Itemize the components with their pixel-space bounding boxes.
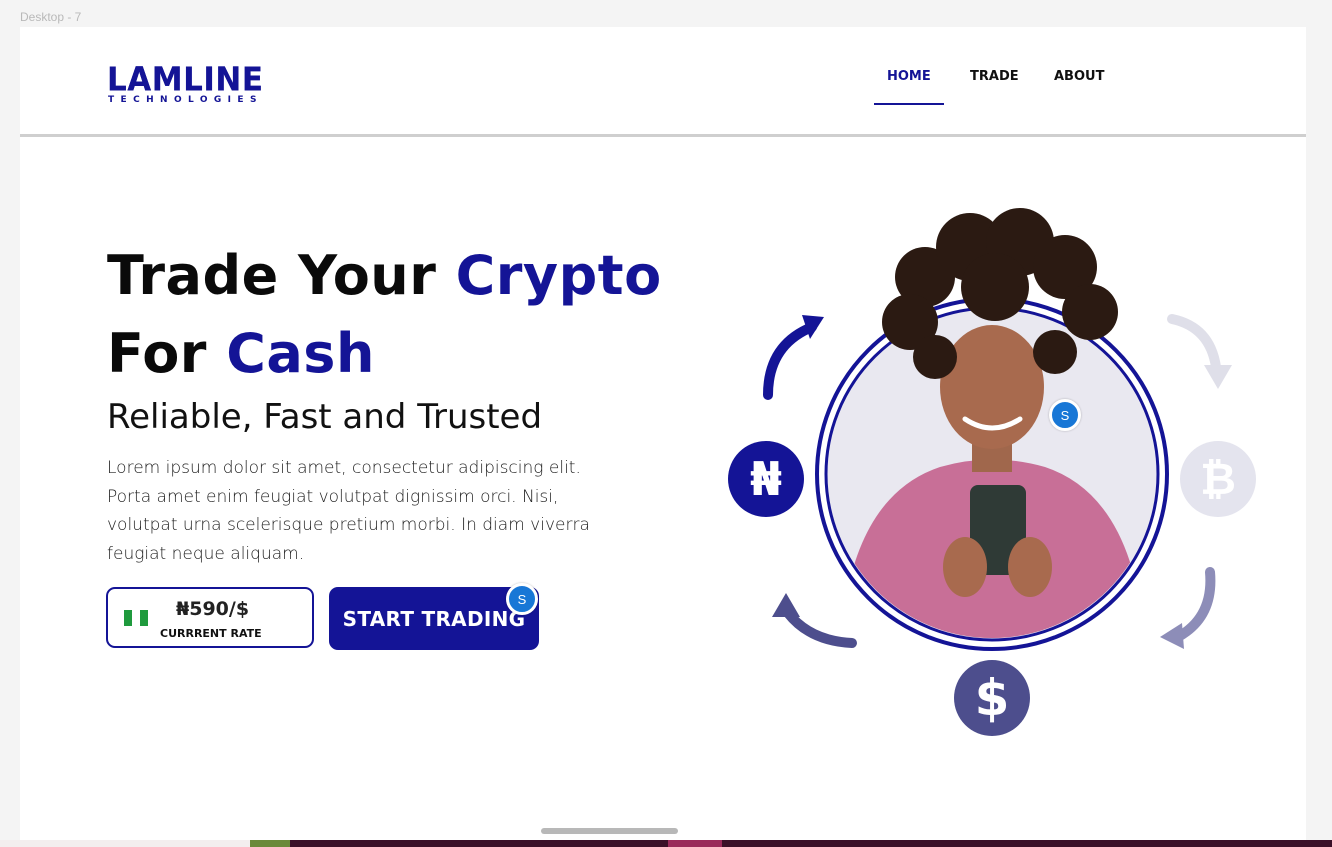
bottom-taskbar-strip <box>0 840 1332 847</box>
rate-label: CURRRENT RATE <box>160 627 262 640</box>
nav-item-about[interactable]: ABOUT <box>1054 69 1104 84</box>
s-avatar-badge[interactable]: S <box>1049 399 1081 431</box>
hero-body-text: Lorem ipsum dolor sit amet, consectetur … <box>107 458 590 565</box>
current-rate-card: ₦590/$ CURRRENT RATE <box>106 587 314 648</box>
woman-with-phone-photo <box>840 208 1145 638</box>
cycle-arrow-icon <box>783 608 857 648</box>
logo-tagline: TECHNOLOGIES <box>108 95 263 105</box>
active-nav-indicator <box>874 103 944 105</box>
horizontal-scrollbar[interactable] <box>541 828 678 834</box>
cycle-arrow-icon <box>763 322 817 400</box>
nav-item-trade[interactable]: TRADE <box>970 69 1019 84</box>
headline-text-1: Trade Your <box>107 244 456 307</box>
s-avatar-badge[interactable]: S <box>506 583 538 615</box>
headline-text-2: For <box>107 322 227 385</box>
headline-accent-crypto: Crypto <box>455 244 662 307</box>
naira-coin-icon: ₦ <box>728 441 804 517</box>
headline-accent-cash: Cash <box>226 322 375 385</box>
photo-outer-ring <box>815 297 1169 651</box>
photo-inner-ring <box>824 306 1160 642</box>
nav-item-home[interactable]: HOME <box>887 69 931 84</box>
hero-headline: Trade Your Crypto For Cash <box>107 237 667 393</box>
rate-value: ₦590/$ <box>176 598 250 620</box>
landing-page-canvas: LAMLINE TECHNOLOGIES HOME TRADE ABOUT Tr… <box>20 27 1306 840</box>
brand-logo[interactable]: LAMLINE TECHNOLOGIES <box>107 61 282 107</box>
nigeria-flag-icon <box>124 610 148 626</box>
frame-label: Desktop - 7 <box>20 10 82 24</box>
dollar-coin-icon: $ <box>954 660 1030 736</box>
cycle-arrow-icon <box>1167 314 1221 372</box>
bitcoin-coin-icon: ₿ <box>1180 441 1256 517</box>
cycle-arrow-icon <box>1173 567 1216 642</box>
hero-subheading: Reliable, Fast and Trusted <box>107 397 543 437</box>
logo-wordmark: LAMLINE <box>107 61 280 99</box>
site-header: LAMLINE TECHNOLOGIES HOME TRADE ABOUT <box>20 27 1306 137</box>
